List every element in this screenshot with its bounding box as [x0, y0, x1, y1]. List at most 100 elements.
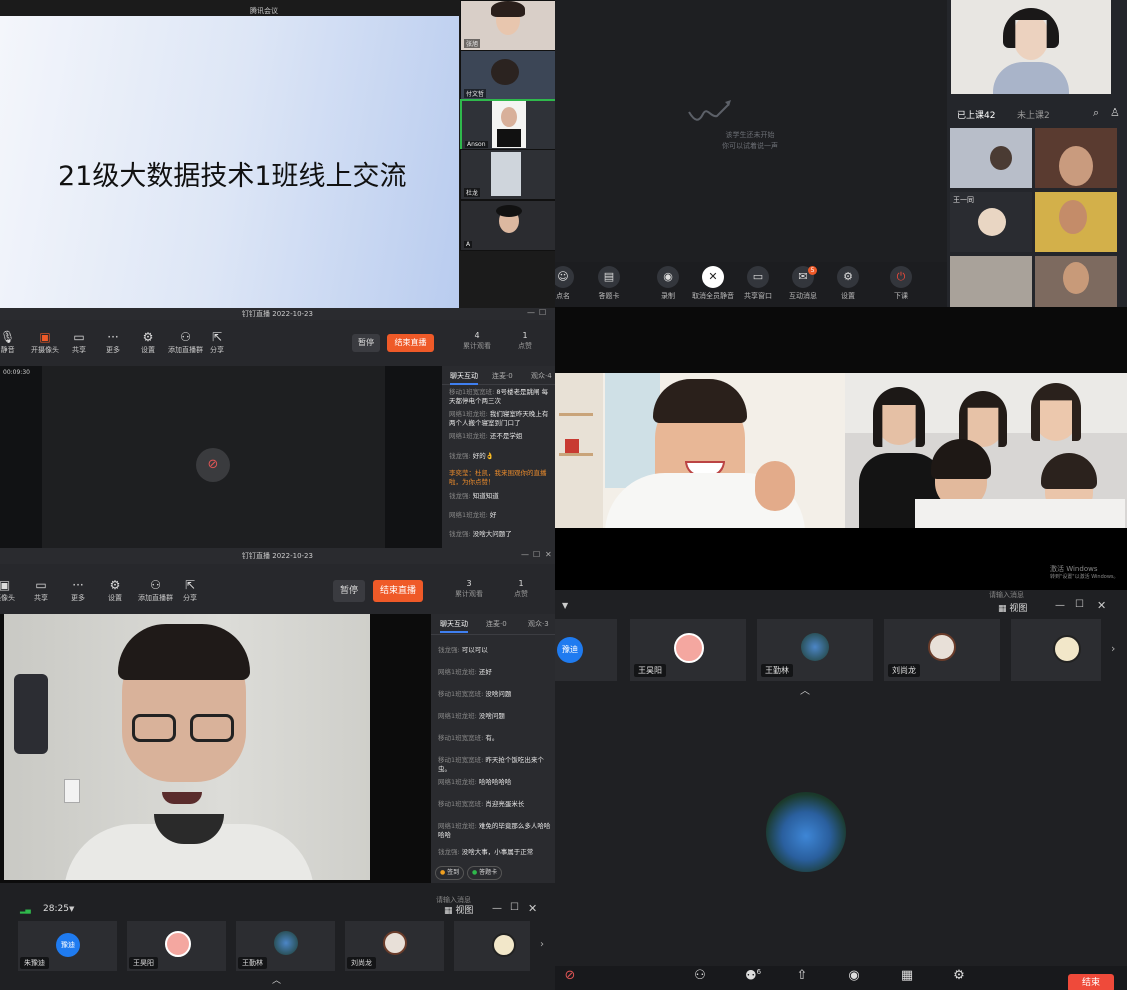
share-window-button[interactable]: ▭ 共享窗口 [736, 266, 780, 301]
student-tile[interactable] [1035, 256, 1117, 307]
participant-tile[interactable]: 王昊阳 [630, 619, 746, 681]
roll-call-button[interactable]: ☺ 点名 [555, 266, 585, 301]
close-icon[interactable]: ✕ [545, 550, 552, 559]
settings-button[interactable]: ⚙ 设置 [141, 330, 155, 355]
settings-button[interactable]: ⚙ 设置 [108, 578, 122, 603]
student-tile[interactable] [950, 128, 1032, 188]
participant-tile[interactable]: 刘尚龙 [345, 921, 444, 971]
end-meeting-button[interactable]: 结束 [1068, 974, 1114, 990]
tab-attended[interactable]: 已上课42 [957, 108, 995, 121]
stat-views: 3 累计观看 [454, 578, 484, 600]
tool-label: 设置 [841, 292, 855, 300]
message-sender: 钱龙强: [449, 530, 471, 538]
pause-button[interactable]: 暂停 [352, 334, 380, 352]
camera-button[interactable]: ▣ 摄像头 [0, 578, 15, 603]
classroom-panel: 该学生还未开始 你可以试着说一声 ☺ 点名 ▤ 答题卡 ◉ 录制 ✕ 取消全员静音 ▭ 共… [555, 0, 1127, 307]
minimize-icon[interactable]: — [527, 308, 535, 317]
maximize-icon[interactable]: ☐ [1075, 599, 1084, 610]
participant-tile[interactable] [454, 921, 530, 971]
checkin-button[interactable]: ● 签到 [435, 866, 465, 880]
tab-mic[interactable]: 连麦·0 [492, 371, 513, 381]
chat-panel: 聊天互动 连麦·0 观众·4 移动1班宽宽班: 8号楼老是跳闸 每天都停电个两三… [442, 366, 555, 550]
record-button[interactable]: ◉ 录制 [646, 266, 690, 301]
minimize-icon[interactable]: — [492, 903, 502, 914]
user-icon[interactable]: ♙ [1110, 106, 1120, 119]
share-button[interactable]: ▭ 共享 [34, 578, 48, 603]
tab-not-attended[interactable]: 未上课2 [1017, 108, 1050, 121]
answer-card-button[interactable]: ▤ 答题卡 [587, 266, 631, 301]
student-tile[interactable] [1035, 128, 1117, 188]
tool-label: 开摄像头 [31, 346, 59, 354]
add-user-icon[interactable]: ⚇ [685, 968, 715, 983]
gear-icon[interactable]: ⚙ [944, 968, 974, 983]
mute-button[interactable]: 🎙 静音 [0, 330, 15, 355]
answer-card-button[interactable]: ● 答题卡 [467, 866, 503, 880]
student-tile[interactable] [950, 256, 1032, 307]
apps-icon[interactable]: ▦ [892, 968, 922, 983]
video-thumbnail[interactable]: A [460, 200, 555, 251]
more-button[interactable]: ··· 更多 [71, 578, 85, 603]
participants-icon[interactable]: ⚉6 [738, 968, 768, 983]
participant-tile[interactable]: 豫迪 朱豫迪 [18, 921, 117, 971]
tab-chat[interactable]: 聊天互动 [440, 619, 468, 633]
add-group-button[interactable]: ⚇ 添加直播群 [168, 330, 203, 355]
minimize-icon[interactable]: — [521, 550, 529, 559]
video-thumbnail[interactable]: 杜龙 [460, 149, 555, 200]
minimize-icon[interactable]: — [1055, 600, 1065, 611]
tab-mic[interactable]: 连麦·0 [486, 619, 507, 629]
maximize-icon[interactable]: ☐ [533, 550, 540, 559]
close-icon[interactable]: ✕ [1097, 599, 1106, 612]
student-tile[interactable] [1035, 192, 1117, 252]
view-button[interactable]: ▦ 视图 [998, 601, 1027, 614]
video-thumbnail[interactable]: 张旭 [460, 0, 555, 51]
camera-off-icon[interactable]: ⊘ [555, 968, 585, 983]
dropdown-icon[interactable]: ▼ [69, 905, 74, 913]
settings-button[interactable]: ⚙ 设置 [826, 266, 870, 301]
chevron-up-icon[interactable]: ︿ [272, 973, 281, 986]
unmute-all-button[interactable]: ✕ 取消全员静音 [691, 266, 735, 301]
student-tile[interactable]: 王一同 [950, 192, 1032, 252]
end-live-button[interactable]: 结束直播 [387, 334, 434, 352]
tab-chat[interactable]: 聊天互动 [450, 371, 478, 385]
message-sender: 钱龙强: [449, 492, 471, 500]
camera-button[interactable]: ▣ 开摄像头 [31, 330, 59, 355]
tab-audience[interactable]: 观众·4 [531, 371, 552, 381]
end-class-button[interactable]: ⏻ 下课 [879, 266, 923, 301]
dropdown-icon[interactable]: ▼ [562, 601, 568, 610]
participant-tile[interactable]: 王昊阳 [127, 921, 226, 971]
share-icon[interactable]: ⇧ [787, 968, 817, 983]
search-icon[interactable]: ⌕ [1093, 106, 1099, 120]
end-live-button[interactable]: 结束直播 [373, 580, 423, 602]
chevron-right-icon[interactable]: › [1111, 642, 1115, 655]
share-link-button[interactable]: ⇱ 分享 [210, 330, 224, 355]
activation-text: 转到"设置"以激活 Windows。 [1050, 574, 1119, 580]
view-button[interactable]: ▦ 视图 [444, 903, 473, 916]
video-thumbnail-active[interactable]: Anson [460, 99, 555, 152]
chevron-up-icon[interactable]: ︿ [800, 682, 810, 697]
video-thumbnail[interactable]: 付文哲 [460, 50, 555, 101]
participant-tile[interactable]: 刘尚龙 [884, 619, 1000, 681]
teacher-camera [951, 0, 1111, 94]
tab-audience[interactable]: 观众·3 [528, 619, 549, 629]
share-link-button[interactable]: ⇱ 分享 [183, 578, 197, 603]
live-stream-panel: 钉钉直播 2022-10-23 — ☐ 🎙 静音 ▣ 开摄像头 ▭ 共享 ··· 更多 … [0, 308, 555, 550]
slide-title: 21级大数据技术1班线上交流 [58, 161, 407, 192]
participant-avatar [165, 931, 191, 957]
gear-icon: ⚙ [142, 330, 154, 344]
record-icon[interactable]: ◉ [839, 968, 869, 983]
messages-button[interactable]: ✉ 互动消息 5 [781, 266, 825, 301]
maximize-icon[interactable]: ☐ [539, 308, 546, 317]
close-icon[interactable]: ✕ [528, 902, 537, 915]
participant-tile[interactable]: 豫迪 [555, 619, 617, 681]
pause-button[interactable]: 暂停 [333, 580, 365, 602]
more-button[interactable]: ··· 更多 [106, 330, 120, 355]
maximize-icon[interactable]: ☐ [510, 902, 519, 913]
share-button[interactable]: ▭ 共享 [72, 330, 86, 355]
participant-tile[interactable]: 王勤林 [236, 921, 335, 971]
chevron-right-icon[interactable]: › [540, 939, 544, 950]
tool-label: 静音 [0, 346, 15, 354]
add-group-button[interactable]: ⚇ 添加直播群 [138, 578, 173, 603]
gear-icon: ⚙ [837, 266, 859, 288]
participant-tile[interactable] [1011, 619, 1101, 681]
participant-tile[interactable]: 王勤林 [757, 619, 873, 681]
